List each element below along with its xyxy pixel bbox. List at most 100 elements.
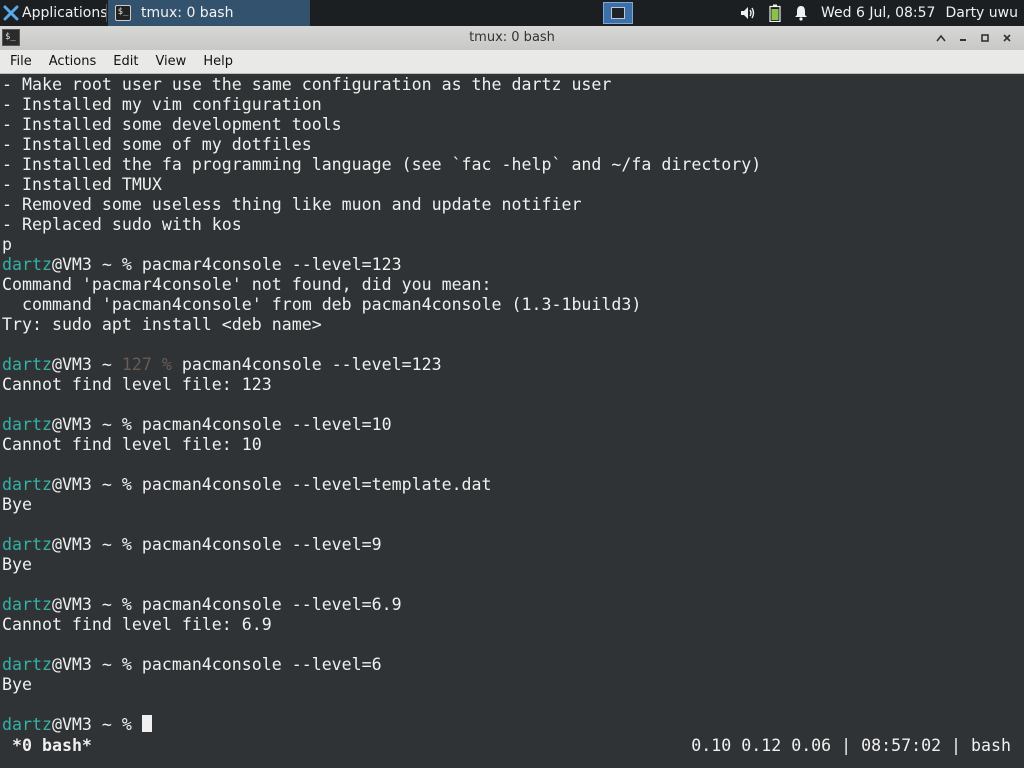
terminal-line: - Installed my vim configuration xyxy=(2,95,761,115)
terminal-text: @VM3 ~ % pacman4console --level=10 xyxy=(51,415,392,434)
exit-code: 127 % xyxy=(121,355,172,374)
terminal-line: Bye xyxy=(2,495,761,515)
terminal-text: - Installed my vim configuration xyxy=(2,95,322,114)
terminal-line: - Make root user use the same configurat… xyxy=(2,75,761,95)
terminal-line: - Installed TMUX xyxy=(2,175,761,195)
menu-help[interactable]: Help xyxy=(193,54,240,69)
terminal-text: - Installed the fa programming language … xyxy=(2,155,762,174)
terminal-text: - Removed some useless thing like muon a… xyxy=(2,195,582,214)
top-panel: Applications $_ tmux: 0 bash Wed 6 Jul, … xyxy=(0,0,1024,26)
applications-label: Applications xyxy=(22,5,108,21)
terminal-text: p xyxy=(2,235,12,254)
prompt-user: dartz xyxy=(2,255,52,274)
panel-separator xyxy=(106,4,107,22)
window-titlebar[interactable]: $_ tmux: 0 bash xyxy=(0,26,1024,51)
terminal-text: Command 'pacmar4console' not found, did … xyxy=(2,275,492,294)
terminal-text: Cannot find level file: 6.9 xyxy=(2,615,272,634)
menu-actions[interactable]: Actions xyxy=(39,54,104,69)
user-menu[interactable]: Darty uwu xyxy=(945,5,1018,21)
terminal-text: @VM3 ~ % pacman4console --level=9 xyxy=(51,535,382,554)
terminal-line: - Installed some development tools xyxy=(2,115,761,135)
terminal-line: dartz@VM3 ~ % pacman4console --level=10 xyxy=(2,415,761,435)
menu-view[interactable]: View xyxy=(145,54,193,69)
terminal-line: Bye xyxy=(2,675,761,695)
terminal-line: Command 'pacmar4console' not found, did … xyxy=(2,275,761,295)
tmux-status-right: 0.10 0.12 0.06 | 08:57:02 | bash xyxy=(691,736,1011,755)
battery-icon[interactable] xyxy=(769,4,781,22)
maximize-icon xyxy=(981,34,989,42)
terminal-line: command 'pacman4console' from deb pacman… xyxy=(2,295,761,315)
terminal-text: - Make root user use the same configurat… xyxy=(2,75,612,94)
terminal-text: Cannot find level file: 123 xyxy=(2,375,272,394)
terminal-cursor xyxy=(141,715,152,732)
terminal-icon: $_ xyxy=(115,5,131,21)
prompt-user: dartz xyxy=(2,655,52,674)
terminal-line: - Removed some useless thing like muon a… xyxy=(2,195,761,215)
terminal-text: pacman4console --level=123 xyxy=(171,355,442,374)
terminal-text: @VM3 ~ % pacman4console --level=template… xyxy=(51,475,492,494)
prompt-user: dartz xyxy=(2,355,52,374)
terminal-text: @VM3 ~ xyxy=(51,355,122,374)
window-title: tmux: 0 bash xyxy=(469,30,555,45)
tmux-window-list[interactable]: *0 bash* xyxy=(12,736,92,756)
shade-button[interactable] xyxy=(930,29,952,47)
prompt-user: dartz xyxy=(2,475,52,494)
workspace-icon xyxy=(611,7,625,19)
tmux-status-bar: *0 bash* 0.10 0.12 0.06 | 08:57:02 | bas… xyxy=(0,734,1024,760)
menu-bar: File Actions Edit View Help xyxy=(0,50,1024,74)
terminal-text: @VM3 ~ % pacmar4console --level=123 xyxy=(51,255,402,274)
prompt-user: dartz xyxy=(2,415,52,434)
terminal-text: @VM3 ~ % xyxy=(51,715,142,734)
minimize-button[interactable] xyxy=(952,29,974,47)
prompt-user: dartz xyxy=(2,535,52,554)
maximize-button[interactable] xyxy=(974,29,996,47)
chevron-up-icon xyxy=(936,34,946,42)
terminal-line: - Replaced sudo with kos xyxy=(2,215,761,235)
terminal-text: command 'pacman4console' from deb pacman… xyxy=(2,295,642,314)
terminal-text: Bye xyxy=(2,675,32,694)
terminal-text: Bye xyxy=(2,495,32,514)
terminal-line: dartz@VM3 ~ % pacman4console --level=9 xyxy=(2,535,761,555)
terminal-line: dartz@VM3 ~ % pacmar4console --level=123 xyxy=(2,255,761,275)
terminal-line: Cannot find level file: 10 xyxy=(2,435,761,455)
terminal-output: - Make root user use the same configurat… xyxy=(2,75,761,735)
terminal-line: dartz@VM3 ~ 127 % pacman4console --level… xyxy=(2,355,761,375)
terminal-text: Bye xyxy=(2,555,32,574)
notification-bell-icon[interactable] xyxy=(793,5,809,21)
terminal-text: Cannot find level file: 10 xyxy=(2,435,262,454)
terminal-line: dartz@VM3 ~ % pacman4console --level=tem… xyxy=(2,475,761,495)
volume-icon[interactable] xyxy=(739,5,757,21)
prompt-user: dartz xyxy=(2,715,52,734)
close-icon xyxy=(1003,34,1011,42)
terminal-line: dartz@VM3 ~ % pacman4console --level=6.9 xyxy=(2,595,761,615)
terminal-line: dartz@VM3 ~ % pacman4console --level=6 xyxy=(2,655,761,675)
panel-clock[interactable]: Wed 6 Jul, 08:57 xyxy=(821,5,935,21)
menu-file[interactable]: File xyxy=(0,54,39,69)
terminal-text: @VM3 ~ % pacman4console --level=6 xyxy=(51,655,382,674)
terminal-text: - Replaced sudo with kos xyxy=(2,215,242,234)
taskbar-button-tmux[interactable]: $_ tmux: 0 bash xyxy=(108,0,310,26)
terminal-line: - Installed some of my dotfiles xyxy=(2,135,761,155)
terminal-line: Bye xyxy=(2,555,761,575)
terminal-line: - Installed the fa programming language … xyxy=(2,155,761,175)
terminal-text: - Installed TMUX xyxy=(2,175,162,194)
window-controls xyxy=(930,29,1018,47)
terminal-line: Cannot find level file: 6.9 xyxy=(2,615,761,635)
terminal-line: dartz@VM3 ~ % xyxy=(2,715,761,735)
taskbar-label: tmux: 0 bash xyxy=(141,5,234,21)
close-button[interactable] xyxy=(996,29,1018,47)
terminal-area[interactable]: - Make root user use the same configurat… xyxy=(0,74,1024,768)
workspace-switcher[interactable] xyxy=(603,2,633,24)
terminal-line: Try: sudo apt install <deb name> xyxy=(2,315,761,335)
terminal-text: Try: sudo apt install <deb name> xyxy=(2,315,322,334)
applications-menu-button[interactable]: Applications xyxy=(0,0,108,26)
menu-edit[interactable]: Edit xyxy=(103,54,145,69)
minimize-icon xyxy=(960,39,966,41)
